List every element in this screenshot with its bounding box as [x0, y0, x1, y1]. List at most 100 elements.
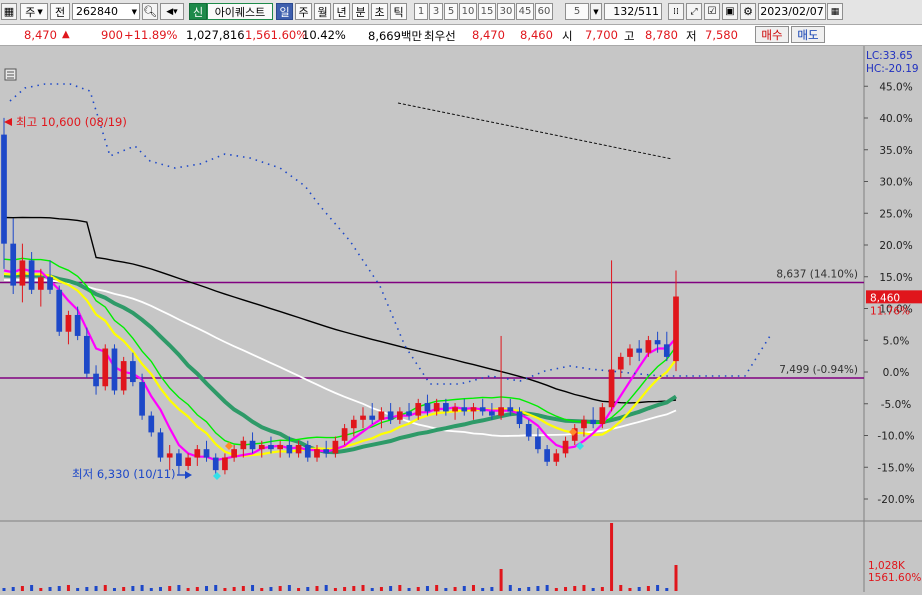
volume-bar — [637, 587, 641, 591]
calendar-button[interactable]: ▦ — [827, 3, 843, 20]
volume-bar — [564, 587, 568, 591]
volume-bar — [241, 586, 245, 591]
interval-button-0[interactable]: 1 — [414, 3, 428, 20]
period-tab-1[interactable]: 주 — [295, 3, 312, 20]
candle-body — [590, 419, 597, 425]
interval-button-6[interactable]: 45 — [516, 3, 534, 20]
sound-button[interactable]: ◀▾ — [160, 3, 184, 20]
volume-bar — [646, 586, 650, 591]
axis-tick-label: 20.0% — [879, 240, 912, 252]
search-button[interactable]: 🔍︎ — [142, 3, 158, 20]
period-tab-3[interactable]: 년 — [333, 3, 350, 20]
volume-bar — [251, 585, 255, 591]
open-label: 시 — [562, 29, 573, 43]
candle-body — [553, 453, 560, 462]
sell-button[interactable]: 매도 — [791, 26, 825, 43]
candle-body — [19, 260, 26, 286]
checkbox-button[interactable]: ☑ — [704, 3, 720, 20]
candle-body — [535, 436, 541, 450]
period-tab-2[interactable]: 월 — [314, 3, 331, 20]
buy-button[interactable]: 매수 — [755, 26, 789, 43]
price-change-pct: +11.89% — [124, 28, 178, 42]
volume-bar — [471, 585, 475, 591]
interval-button-7[interactable]: 60 — [535, 3, 553, 20]
volume-bar — [508, 585, 512, 591]
candle-body — [111, 348, 118, 391]
price-chart[interactable]: 45.0%40.0%35.0%30.0%25.0%20.0%15.0%10.0%… — [0, 46, 922, 592]
lc-label: LC:33.65 — [866, 50, 913, 62]
date-input[interactable]: 2023/02/07 — [758, 3, 826, 20]
link-button[interactable]: ⁞⁞ — [668, 3, 684, 20]
volume-bar — [665, 588, 669, 591]
low-annotation: 최저 6,330 (10/11) — [72, 467, 176, 481]
candle-body — [166, 453, 173, 458]
volume-bar — [232, 587, 236, 591]
volume-bar — [352, 586, 356, 591]
prev-button[interactable]: 전 — [50, 3, 70, 20]
volume-bar — [425, 586, 429, 591]
buy-mode-badge[interactable]: 신 — [189, 3, 207, 20]
expand-button[interactable]: ⤢ — [686, 3, 702, 20]
candle-body — [489, 411, 495, 416]
candle-body — [599, 407, 606, 425]
volume-bar — [416, 587, 420, 591]
grid-menu-button[interactable]: ▦ — [1, 3, 17, 20]
candle-body — [295, 444, 302, 454]
grid-icon: ▦ — [3, 5, 15, 18]
save-icon: ▣ — [725, 6, 735, 17]
volume-bar — [195, 587, 199, 591]
volume-bar — [306, 587, 310, 591]
settings-button[interactable]: ⚙ — [740, 3, 756, 20]
volume-bar — [591, 588, 595, 591]
candle-body — [65, 314, 72, 332]
candle-body — [130, 361, 136, 383]
volume-bar — [11, 587, 15, 591]
count-dropdown[interactable]: ▼ — [590, 3, 602, 20]
volume-bar — [131, 586, 135, 591]
candle-body — [185, 457, 191, 466]
volume-bar — [140, 585, 144, 591]
volume-bar — [545, 585, 549, 591]
candle-body — [93, 373, 99, 387]
volume-bar — [610, 523, 614, 591]
chart-settings-icon[interactable] — [4, 68, 17, 81]
interval-button-4[interactable]: 15 — [478, 3, 496, 20]
hc-label: HC:-20.19 — [866, 63, 919, 75]
candle-body — [148, 415, 155, 433]
candle-body — [396, 411, 403, 420]
chevron-down-icon: ▼ — [131, 7, 137, 16]
stock-code-input[interactable]: 262840 ▼ — [72, 3, 140, 20]
period-tab-6[interactable]: 틱 — [390, 3, 407, 20]
period-tab-4[interactable]: 분 — [352, 3, 369, 20]
interval-button-5[interactable]: 30 — [497, 3, 515, 20]
volume-bar — [453, 587, 457, 591]
axis-tick-label: 35.0% — [879, 145, 912, 157]
save-button[interactable]: ▣ — [722, 3, 738, 20]
candle-body — [314, 449, 320, 458]
candle-body — [277, 444, 284, 450]
volume-bar — [361, 585, 365, 591]
volume-bar — [490, 587, 494, 591]
high-price: 8,780 — [645, 28, 678, 42]
interval-button-2[interactable]: 5 — [444, 3, 458, 20]
volume-bar — [600, 587, 604, 591]
period-tab-5[interactable]: 초 — [371, 3, 388, 20]
exchange-select[interactable]: 주 ▼ — [20, 3, 48, 20]
volume-bar — [122, 587, 126, 591]
candle-body — [369, 415, 376, 420]
count-select[interactable]: 5 — [565, 3, 589, 20]
candle-body — [562, 440, 569, 454]
interval-button-3[interactable]: 10 — [459, 3, 477, 20]
volume-bar — [66, 585, 70, 591]
volume-bar — [582, 585, 586, 591]
candle-body — [387, 411, 394, 420]
chart-area[interactable]: 45.0% 40.0% 35.0% 30.0% 25.0% 20.0% 15.0% 10.0%… — [0, 46, 922, 592]
candle-body — [645, 340, 652, 353]
period-tab-0[interactable]: 일 — [276, 3, 293, 20]
interval-button-1[interactable]: 3 — [429, 3, 443, 20]
axis-tick-label: 25.0% — [879, 208, 912, 220]
speaker-icon: ◀▾ — [166, 6, 178, 17]
axis-tick-label: 5.0% — [883, 335, 910, 347]
volume-bar — [674, 565, 678, 591]
volume-bar — [379, 587, 383, 591]
